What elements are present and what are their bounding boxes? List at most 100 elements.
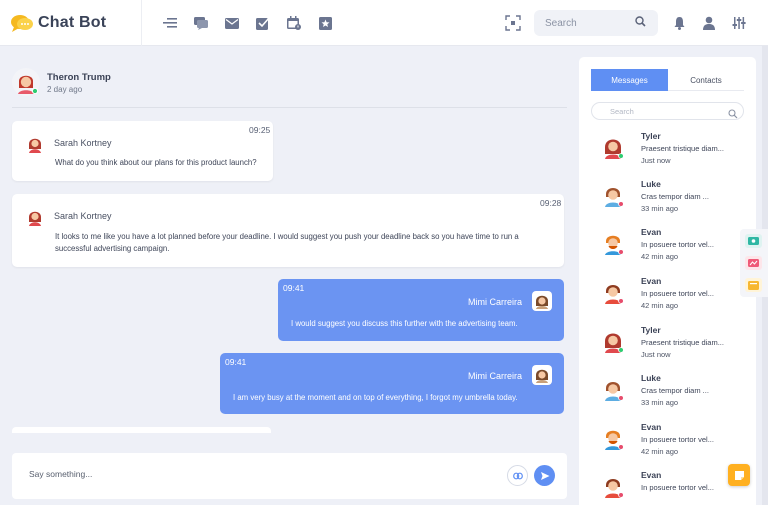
contact-time: Just now <box>641 350 671 359</box>
message-composer <box>12 453 567 499</box>
contact-name: Theron Trump <box>47 72 111 83</box>
contact-preview: In posuere tortor vel... <box>641 289 714 298</box>
sender-avatar <box>532 291 552 311</box>
contact-time: 42 min ago <box>641 301 679 310</box>
user-icon[interactable] <box>701 14 717 31</box>
message-time: 09:25 <box>249 125 271 135</box>
tab-contacts[interactable]: Contacts <box>668 69 744 91</box>
contact-preview: Cras tempor diam ... <box>641 192 709 201</box>
message-incoming: 09:25 Sarah Kortney What do you think ab… <box>12 121 273 181</box>
contacts-panel: Messages Contacts Tyler Praesent tristiq… <box>579 57 756 505</box>
contact-name: Evan <box>641 470 662 480</box>
contact-avatar <box>601 231 625 255</box>
message-input[interactable] <box>29 469 329 479</box>
mail-icon[interactable] <box>224 15 240 31</box>
message-text: It looks to me like you have a lot plann… <box>55 232 519 241</box>
contact-item[interactable]: Evan In posuere tortor vel... 42 min ago <box>591 422 751 466</box>
note-icon <box>734 470 744 480</box>
contact-time: 42 min ago <box>641 252 679 261</box>
calendar-icon[interactable] <box>286 15 302 31</box>
contact-time: 33 min ago <box>641 398 679 407</box>
contact-item[interactable]: Evan In posuere tortor vel... <box>591 470 751 505</box>
contact-avatar <box>601 183 625 207</box>
panel-tabs: Messages Contacts <box>591 69 744 91</box>
menu-toggle-icon[interactable] <box>162 15 178 31</box>
contact-name: Luke <box>641 373 661 383</box>
message-text: successful advertising campaign. <box>55 244 170 253</box>
message-incoming-partial <box>12 427 271 433</box>
teal-widget-icon[interactable] <box>745 234 762 248</box>
chat-bubble-logo-icon <box>10 13 34 33</box>
contact-name: Evan <box>641 276 662 286</box>
conversation-header: Theron Trump 2 day ago <box>12 68 567 108</box>
sender-name: Mimi Carreira <box>468 297 522 307</box>
inbox-check-icon[interactable] <box>255 15 271 31</box>
message-text: What do you think about our plans for th… <box>55 158 257 167</box>
contact-item[interactable]: Luke Cras tempor diam ... 33 min ago <box>591 179 751 223</box>
contact-preview: Praesent tristique diam... <box>641 338 724 347</box>
conversation-divider <box>12 107 567 108</box>
settings-sliders-icon[interactable] <box>731 14 747 31</box>
message-text: I am very busy at the moment and on top … <box>233 393 518 402</box>
contact-avatar <box>601 474 625 498</box>
contact-name: Tyler <box>641 131 661 141</box>
contact-avatar <box>601 135 625 159</box>
notes-fab-button[interactable] <box>728 464 750 486</box>
message-time: 09:41 <box>283 283 305 293</box>
sender-avatar <box>26 208 44 226</box>
contact-avatar <box>601 280 625 304</box>
send-button[interactable] <box>534 465 555 486</box>
contact-name: Evan <box>641 422 662 432</box>
contact-item[interactable]: Tyler Praesent tristique diam... Just no… <box>591 131 751 175</box>
contact-preview: In posuere tortor vel... <box>641 240 714 249</box>
app-name: Chat Bot <box>38 14 107 31</box>
tab-messages[interactable]: Messages <box>591 69 668 91</box>
sender-name: Mimi Carreira <box>468 371 522 381</box>
message-incoming: 09:28 Sarah Kortney It looks to me like … <box>12 194 564 267</box>
star-icon[interactable] <box>317 15 333 31</box>
bell-icon[interactable] <box>671 14 687 31</box>
panel-search <box>591 102 744 120</box>
contact-avatar <box>601 329 625 353</box>
contact-name: Evan <box>641 227 662 237</box>
attach-button[interactable] <box>507 465 528 486</box>
sender-name: Sarah Kortney <box>54 138 112 148</box>
contact-preview: In posuere tortor vel... <box>641 435 714 444</box>
search-icon[interactable] <box>728 106 738 124</box>
search-icon[interactable] <box>635 14 646 32</box>
contact-preview: Praesent tristique diam... <box>641 144 724 153</box>
contact-avatar[interactable] <box>12 68 40 96</box>
message-text: I would suggest you discuss this further… <box>291 319 518 328</box>
brand[interactable]: Chat Bot <box>10 11 106 35</box>
fullscreen-icon[interactable] <box>505 15 521 31</box>
yellow-widget-icon[interactable] <box>745 278 762 292</box>
contact-preview: Cras tempor diam ... <box>641 386 709 395</box>
contact-time: Just now <box>641 156 671 165</box>
top-bar: Chat Bot <box>0 0 768 46</box>
sender-name: Sarah Kortney <box>54 211 112 221</box>
contact-name: Luke <box>641 179 661 189</box>
pink-widget-icon[interactable] <box>745 256 762 270</box>
contact-item[interactable]: Evan In posuere tortor vel... 42 min ago <box>591 276 751 320</box>
contact-time: 42 min ago <box>641 447 679 456</box>
sender-avatar <box>532 365 552 385</box>
panel-search-input[interactable] <box>610 106 728 116</box>
header-search <box>534 10 658 36</box>
contact-avatar <box>601 426 625 450</box>
contact-item[interactable]: Tyler Praesent tristique diam... Just no… <box>591 325 751 369</box>
contact-preview: In posuere tortor vel... <box>641 483 714 492</box>
message-outgoing: 09:41 Mimi Carreira I am very busy at th… <box>220 353 564 414</box>
contact-item[interactable]: Luke Cras tempor diam ... 33 min ago <box>591 373 751 417</box>
send-icon <box>540 471 549 480</box>
contact-item[interactable]: Evan In posuere tortor vel... 42 min ago <box>591 227 751 271</box>
message-time: 09:41 <box>225 357 247 367</box>
chat-icon[interactable] <box>193 15 209 31</box>
message-time: 09:28 <box>540 198 562 208</box>
last-seen: 2 day ago <box>47 85 83 94</box>
nav-icons <box>162 15 348 31</box>
sender-avatar <box>26 135 44 153</box>
header-search-input[interactable] <box>545 17 635 29</box>
contact-name: Tyler <box>641 325 661 335</box>
floating-toolbar <box>740 229 768 297</box>
message-outgoing: 09:41 Mimi Carreira I would suggest you … <box>278 279 564 341</box>
